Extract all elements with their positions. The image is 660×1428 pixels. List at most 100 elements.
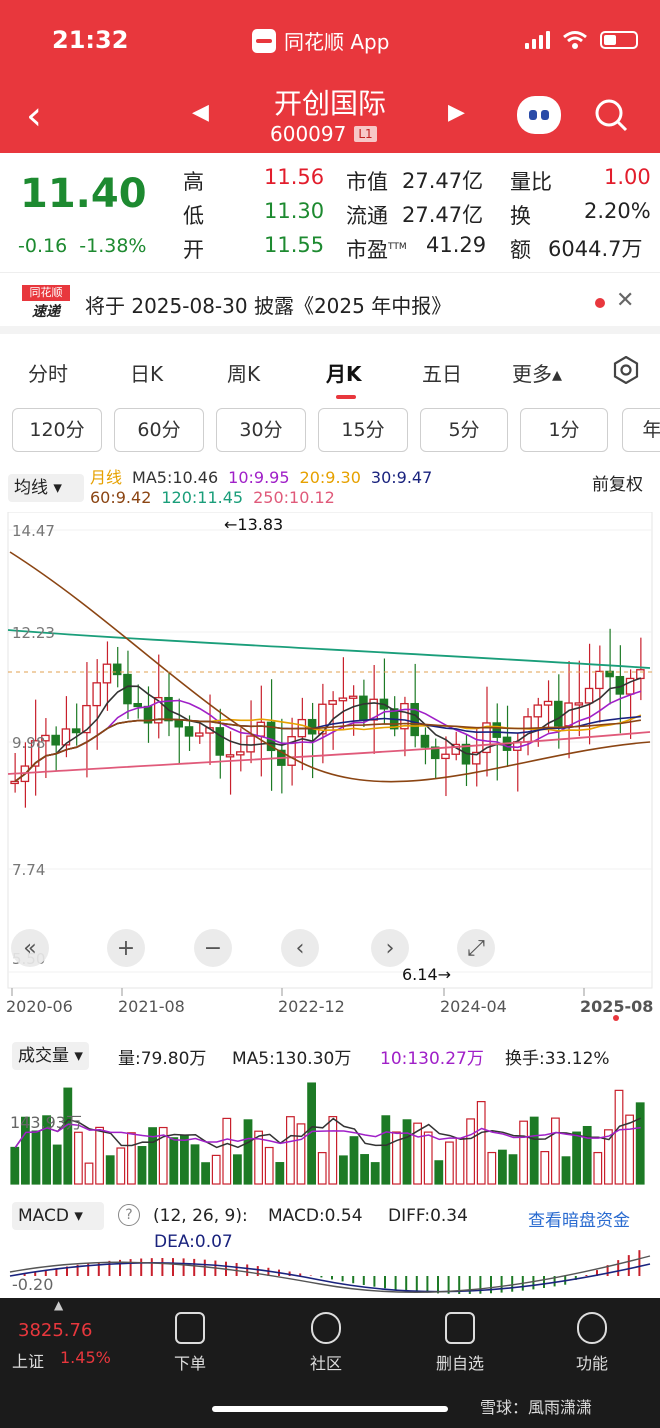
candle-body	[328, 700, 337, 705]
indicator-dropdown[interactable]: 均线 ▾	[8, 474, 84, 502]
max-price-label: ←13.83	[224, 515, 283, 534]
unread-dot	[595, 298, 605, 308]
ma-legend-row-2: 60:9.42 120:11.45 250:10.12	[90, 488, 345, 507]
macd-bars	[23, 1250, 641, 1294]
settings-icon[interactable]	[612, 356, 640, 384]
volume-bar	[264, 1146, 274, 1185]
candle-body	[410, 702, 419, 737]
robot-assistant-icon[interactable]	[517, 96, 561, 134]
candle-body	[420, 734, 430, 748]
functions-button[interactable]: 功能	[552, 1312, 632, 1374]
period-60min[interactable]: 60分	[114, 408, 204, 452]
volume-bar	[190, 1144, 200, 1185]
close-icon[interactable]: ✕	[616, 288, 634, 313]
period-15min[interactable]: 15分	[318, 408, 408, 452]
tab-more[interactable]: 更多▴	[512, 358, 562, 387]
macd-lines	[9, 1255, 651, 1294]
expand-up-icon[interactable]: ▲	[54, 1298, 63, 1312]
price-adjust-toggle[interactable]: 前复权	[592, 470, 643, 495]
volume-dropdown[interactable]: 成交量 ▾	[12, 1042, 89, 1070]
price-change: -0.16 -1.38%	[18, 235, 147, 257]
volume-bar	[180, 1135, 189, 1185]
tab-monthly-k[interactable]: 月K	[326, 358, 362, 387]
candle-body	[595, 670, 604, 690]
candle-body	[348, 695, 358, 699]
volume-chart[interactable]: 143.93万	[0, 1074, 660, 1190]
period-year[interactable]: 年	[622, 408, 660, 452]
index-change: 1.45%	[60, 1348, 111, 1367]
volume-bar	[582, 1125, 592, 1185]
min-price-label: 6.14→	[402, 965, 451, 984]
candle-body	[225, 754, 235, 758]
candle-body	[92, 682, 101, 707]
diff-value: DIFF:0.34	[388, 1206, 468, 1226]
ma-legend: 均线 ▾ 月线 MA5:10.46 10:9.95 20:9.30 30:9.47 60…	[0, 462, 660, 512]
volume-bar	[10, 1146, 20, 1185]
y-axis-label: 12.23	[12, 624, 55, 642]
period-5min[interactable]: 5分	[420, 408, 508, 452]
volume-y-label: 143.93万	[10, 1113, 82, 1132]
search-icon[interactable]	[594, 98, 628, 132]
ma120-line	[7, 629, 651, 669]
macd-chart[interactable]: -0.20	[0, 1246, 660, 1298]
volume-bar	[126, 1132, 136, 1185]
announcement-banner[interactable]: 同花顺 速递 将于 2025-08-30 披露《2025 年中报》	[0, 272, 660, 334]
tab-daily-k[interactable]: 日K	[130, 358, 163, 387]
current-date-dot	[613, 1015, 619, 1021]
volume-bar	[455, 1137, 465, 1185]
ma-legend-row-1: 月线 MA5:10.46 10:9.95 20:9.30 30:9.47	[90, 464, 442, 488]
tab-weekly-k[interactable]: 周K	[227, 358, 260, 387]
candle-body	[133, 702, 143, 708]
candle-body	[71, 728, 81, 734]
volume-bar	[625, 1114, 634, 1185]
remove-watchlist-button[interactable]: 删自选	[420, 1312, 500, 1374]
period-120min[interactable]: 120分	[12, 408, 102, 452]
macd-dropdown[interactable]: MACD ▾	[12, 1202, 104, 1230]
x-axis-label: 2022-12	[278, 997, 345, 1016]
volume-legend: 成交量 ▾ 量:79.80万 MA5:130.30万 10:130.27万 换手…	[0, 1038, 660, 1074]
candle-body	[256, 721, 266, 737]
volume-bar	[402, 1119, 412, 1185]
volume-bar	[169, 1137, 179, 1185]
candle-body	[102, 663, 112, 684]
period-30min[interactable]: 30分	[216, 408, 306, 452]
quote-panel: 11.40 -0.16 -1.38% 高 11.56 低 11.30 开 11.…	[0, 153, 660, 271]
candle-body	[246, 735, 255, 753]
index-value[interactable]: 3825.76	[18, 1320, 92, 1341]
tab-timeshare[interactable]: 分时	[28, 358, 68, 387]
ma-legend-item-b-0: 60:9.42	[90, 488, 152, 507]
volume-bar	[381, 1115, 391, 1185]
ma-legend-item-0: 月线	[90, 468, 123, 487]
volume-bar	[466, 1118, 475, 1185]
help-icon[interactable]: ?	[118, 1204, 140, 1226]
place-order-button[interactable]: 下单	[150, 1312, 230, 1374]
battery-icon	[600, 31, 638, 49]
high-value: 11.56	[264, 165, 325, 189]
level-badge: L1	[354, 126, 377, 142]
low-label: 低	[183, 204, 204, 228]
volume-bar	[349, 1136, 359, 1185]
period-1min[interactable]: 1分	[520, 408, 608, 452]
chart-tabs: 分时 日K 周K 月K 五日 更多▴	[0, 342, 660, 402]
next-stock-icon[interactable]: ▶	[448, 100, 465, 125]
dark-pool-link[interactable]: 查看暗盘资金	[528, 1206, 630, 1231]
float-value: 27.47亿	[402, 203, 484, 227]
signal-icon	[525, 31, 550, 49]
monthly-k-chart[interactable]: 14.4712.239.987.745.502020-062021-082022…	[0, 512, 660, 1030]
volume-bar	[275, 1162, 285, 1185]
candle-body	[543, 700, 553, 706]
y-axis-label: 14.47	[12, 522, 55, 540]
candle-body	[112, 663, 122, 676]
app-name: 同花顺 App	[252, 26, 389, 55]
volume-bar	[572, 1131, 581, 1185]
candles	[10, 628, 645, 808]
tab-five-day[interactable]: 五日	[422, 358, 462, 387]
volume-ma-lines	[14, 1117, 642, 1149]
float-label: 流通	[346, 204, 388, 228]
high-label: 高	[183, 170, 204, 194]
amount-value: 6044.7万	[548, 237, 643, 261]
community-button[interactable]: 社区	[286, 1312, 366, 1374]
volume-ma10: 10:130.27万	[380, 1049, 484, 1069]
volume-bar	[614, 1089, 624, 1185]
app-logo-icon	[252, 28, 276, 53]
